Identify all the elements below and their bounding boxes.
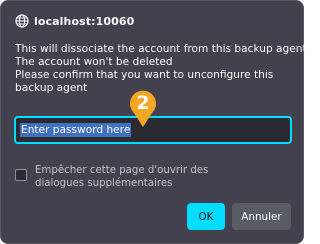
message-line: This will dissociate the account from th… [15,43,311,55]
prompt-dialog: localhost:10060 This will dissociate the… [0,0,311,244]
step-badge: 2 [136,92,150,114]
ok-button[interactable]: OK [187,203,225,230]
suppress-dialogs-checkbox[interactable] [15,169,27,181]
suppress-dialogs-option[interactable]: Empêcher cette page d'ouvrir des dialogu… [15,164,245,190]
password-value: Enter password here [20,123,132,137]
cancel-button[interactable]: Annuler [232,203,291,230]
origin-text: localhost:10060 [34,14,135,28]
suppress-dialogs-label[interactable]: Empêcher cette page d'ouvrir des dialogu… [35,164,245,190]
dialog-origin: localhost:10060 [15,13,134,29]
globe-icon [15,14,29,28]
step-marker-icon: 2 [127,88,159,128]
message-line: The account won't be deleted [15,56,173,68]
